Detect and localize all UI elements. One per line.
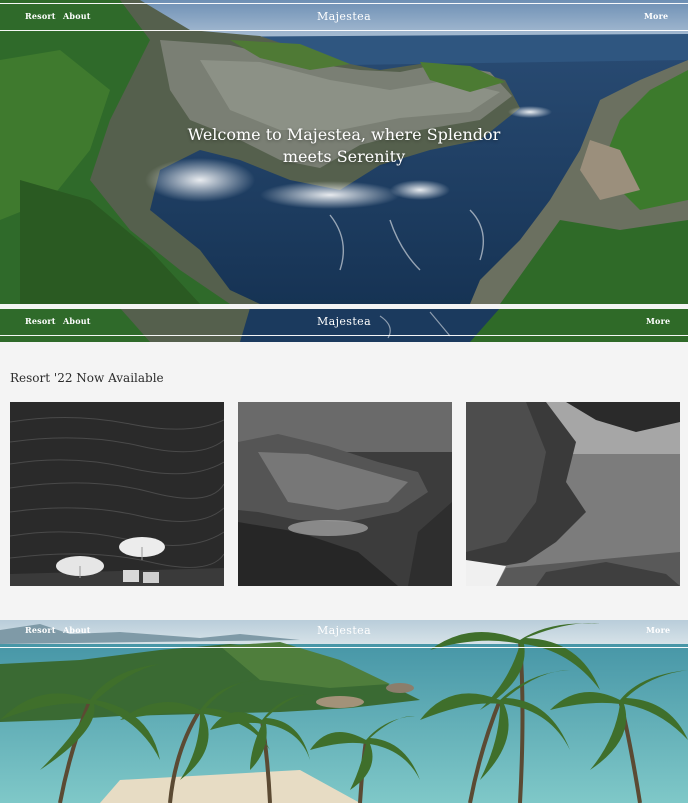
sticky-nav-strip: Resort About Majestea More <box>0 308 688 342</box>
coastal-cliff-photo[interactable] <box>466 402 680 586</box>
tropical-section: Resort About Majestea More <box>0 620 688 803</box>
rocky-cove-photo[interactable] <box>238 402 452 586</box>
collection-gallery: Resort '22 Now Available <box>0 342 688 612</box>
brand-logo-text[interactable]: Majestea <box>0 624 688 637</box>
collection-heading: Resort '22 Now Available <box>10 371 164 385</box>
beach-umbrellas-photo[interactable] <box>10 402 224 586</box>
top-navbar: Resort About Majestea More <box>0 3 688 31</box>
hero-title: Welcome to Majestea, where Splendor meet… <box>187 125 501 166</box>
nav-link-more[interactable]: More <box>646 625 670 635</box>
nav-link-more[interactable]: More <box>644 11 668 21</box>
brand-logo-text[interactable]: Majestea <box>0 10 688 23</box>
nav-link-more[interactable]: More <box>646 316 670 326</box>
secondary-navbar: Resort About Majestea More <box>0 308 688 336</box>
hero-section: Resort About Majestea More Welcome to Ma… <box>0 0 688 304</box>
brand-logo-text[interactable]: Majestea <box>0 315 688 328</box>
tropical-navbar: Resort About Majestea More <box>0 620 688 648</box>
